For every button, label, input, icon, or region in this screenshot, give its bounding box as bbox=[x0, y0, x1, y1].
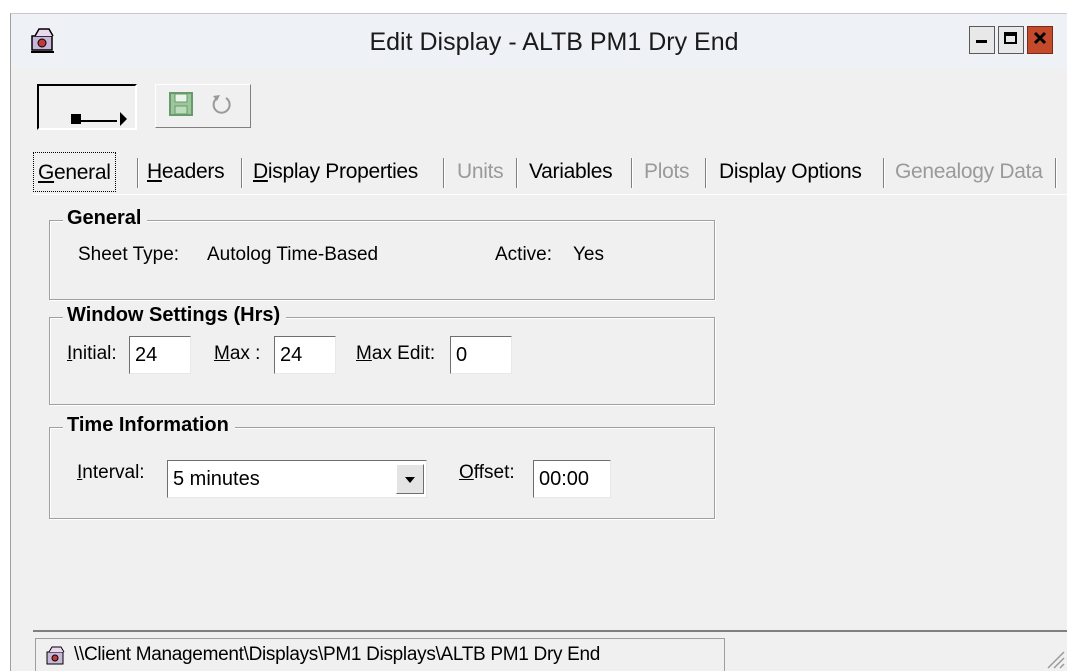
window-settings-legend: Window Settings (Hrs) bbox=[63, 304, 287, 327]
tab-genealogy-data[interactable]: Genealogy Data bbox=[895, 152, 1043, 192]
offset-input[interactable]: 00:00 bbox=[533, 460, 611, 498]
minimize-button[interactable] bbox=[969, 26, 995, 54]
tab-units[interactable]: Units bbox=[457, 152, 504, 192]
interval-label: Interval: bbox=[77, 462, 145, 483]
tab-strip: General Headers Display Properties Units… bbox=[33, 152, 1067, 194]
toolbar-group bbox=[155, 84, 251, 128]
max-label: Max : bbox=[214, 343, 261, 364]
status-path-panel: \\Client Management\Displays\PM1 Display… bbox=[35, 638, 725, 671]
close-icon bbox=[1032, 30, 1048, 51]
save-icon bbox=[168, 91, 194, 122]
sheet-type-value: Autolog Time-Based bbox=[207, 244, 379, 265]
max-input[interactable]: 24 bbox=[274, 336, 336, 374]
display-path-icon bbox=[44, 644, 68, 668]
minimize-icon bbox=[974, 30, 990, 51]
close-button[interactable] bbox=[1027, 26, 1053, 54]
undo-icon bbox=[208, 91, 234, 122]
initial-input[interactable]: 24 bbox=[129, 336, 191, 374]
max-edit-input[interactable]: 0 bbox=[450, 336, 512, 374]
tab-divider bbox=[33, 194, 1067, 195]
title-bar[interactable]: Edit Display - ALTB PM1 Dry End bbox=[11, 14, 1067, 68]
window-title: Edit Display - ALTB PM1 Dry End bbox=[369, 28, 739, 56]
interval-dropdown-button[interactable] bbox=[396, 464, 424, 494]
maximize-button[interactable] bbox=[998, 26, 1024, 54]
maximize-icon bbox=[1003, 30, 1019, 51]
time-information-legend: Time Information bbox=[63, 414, 235, 437]
active-value: Yes bbox=[573, 244, 604, 265]
undo-button[interactable] bbox=[204, 91, 238, 121]
step-forward-button[interactable] bbox=[37, 84, 137, 130]
toolbar bbox=[11, 68, 1067, 138]
active-label: Active: bbox=[495, 244, 553, 265]
interval-value: 5 minutes bbox=[173, 468, 260, 490]
interval-select[interactable]: 5 minutes bbox=[167, 460, 427, 498]
general-legend: General bbox=[63, 207, 148, 230]
offset-label: Offset: bbox=[459, 462, 515, 483]
tab-general[interactable]: General bbox=[33, 152, 116, 192]
tab-display-options[interactable]: Display Options bbox=[719, 152, 862, 192]
tab-variables[interactable]: Variables bbox=[529, 152, 613, 192]
status-path-text: \\Client Management\Displays\PM1 Display… bbox=[74, 644, 601, 665]
status-bar: \\Client Management\Displays\PM1 Display… bbox=[33, 630, 1067, 671]
tab-headers[interactable]: Headers bbox=[147, 152, 225, 192]
resize-grip-icon[interactable] bbox=[1042, 646, 1066, 670]
sheet-type-label: Sheet Type: bbox=[78, 244, 180, 265]
tab-display-properties[interactable]: Display Properties bbox=[253, 152, 418, 192]
save-button[interactable] bbox=[164, 91, 198, 121]
chevron-down-icon bbox=[403, 468, 417, 491]
tab-plots[interactable]: Plots bbox=[644, 152, 689, 192]
edit-display-window: Edit Display - ALTB PM1 Dry End General … bbox=[10, 13, 1067, 671]
max-edit-label: Max Edit: bbox=[356, 343, 436, 364]
initial-label: Initial: bbox=[67, 343, 117, 364]
